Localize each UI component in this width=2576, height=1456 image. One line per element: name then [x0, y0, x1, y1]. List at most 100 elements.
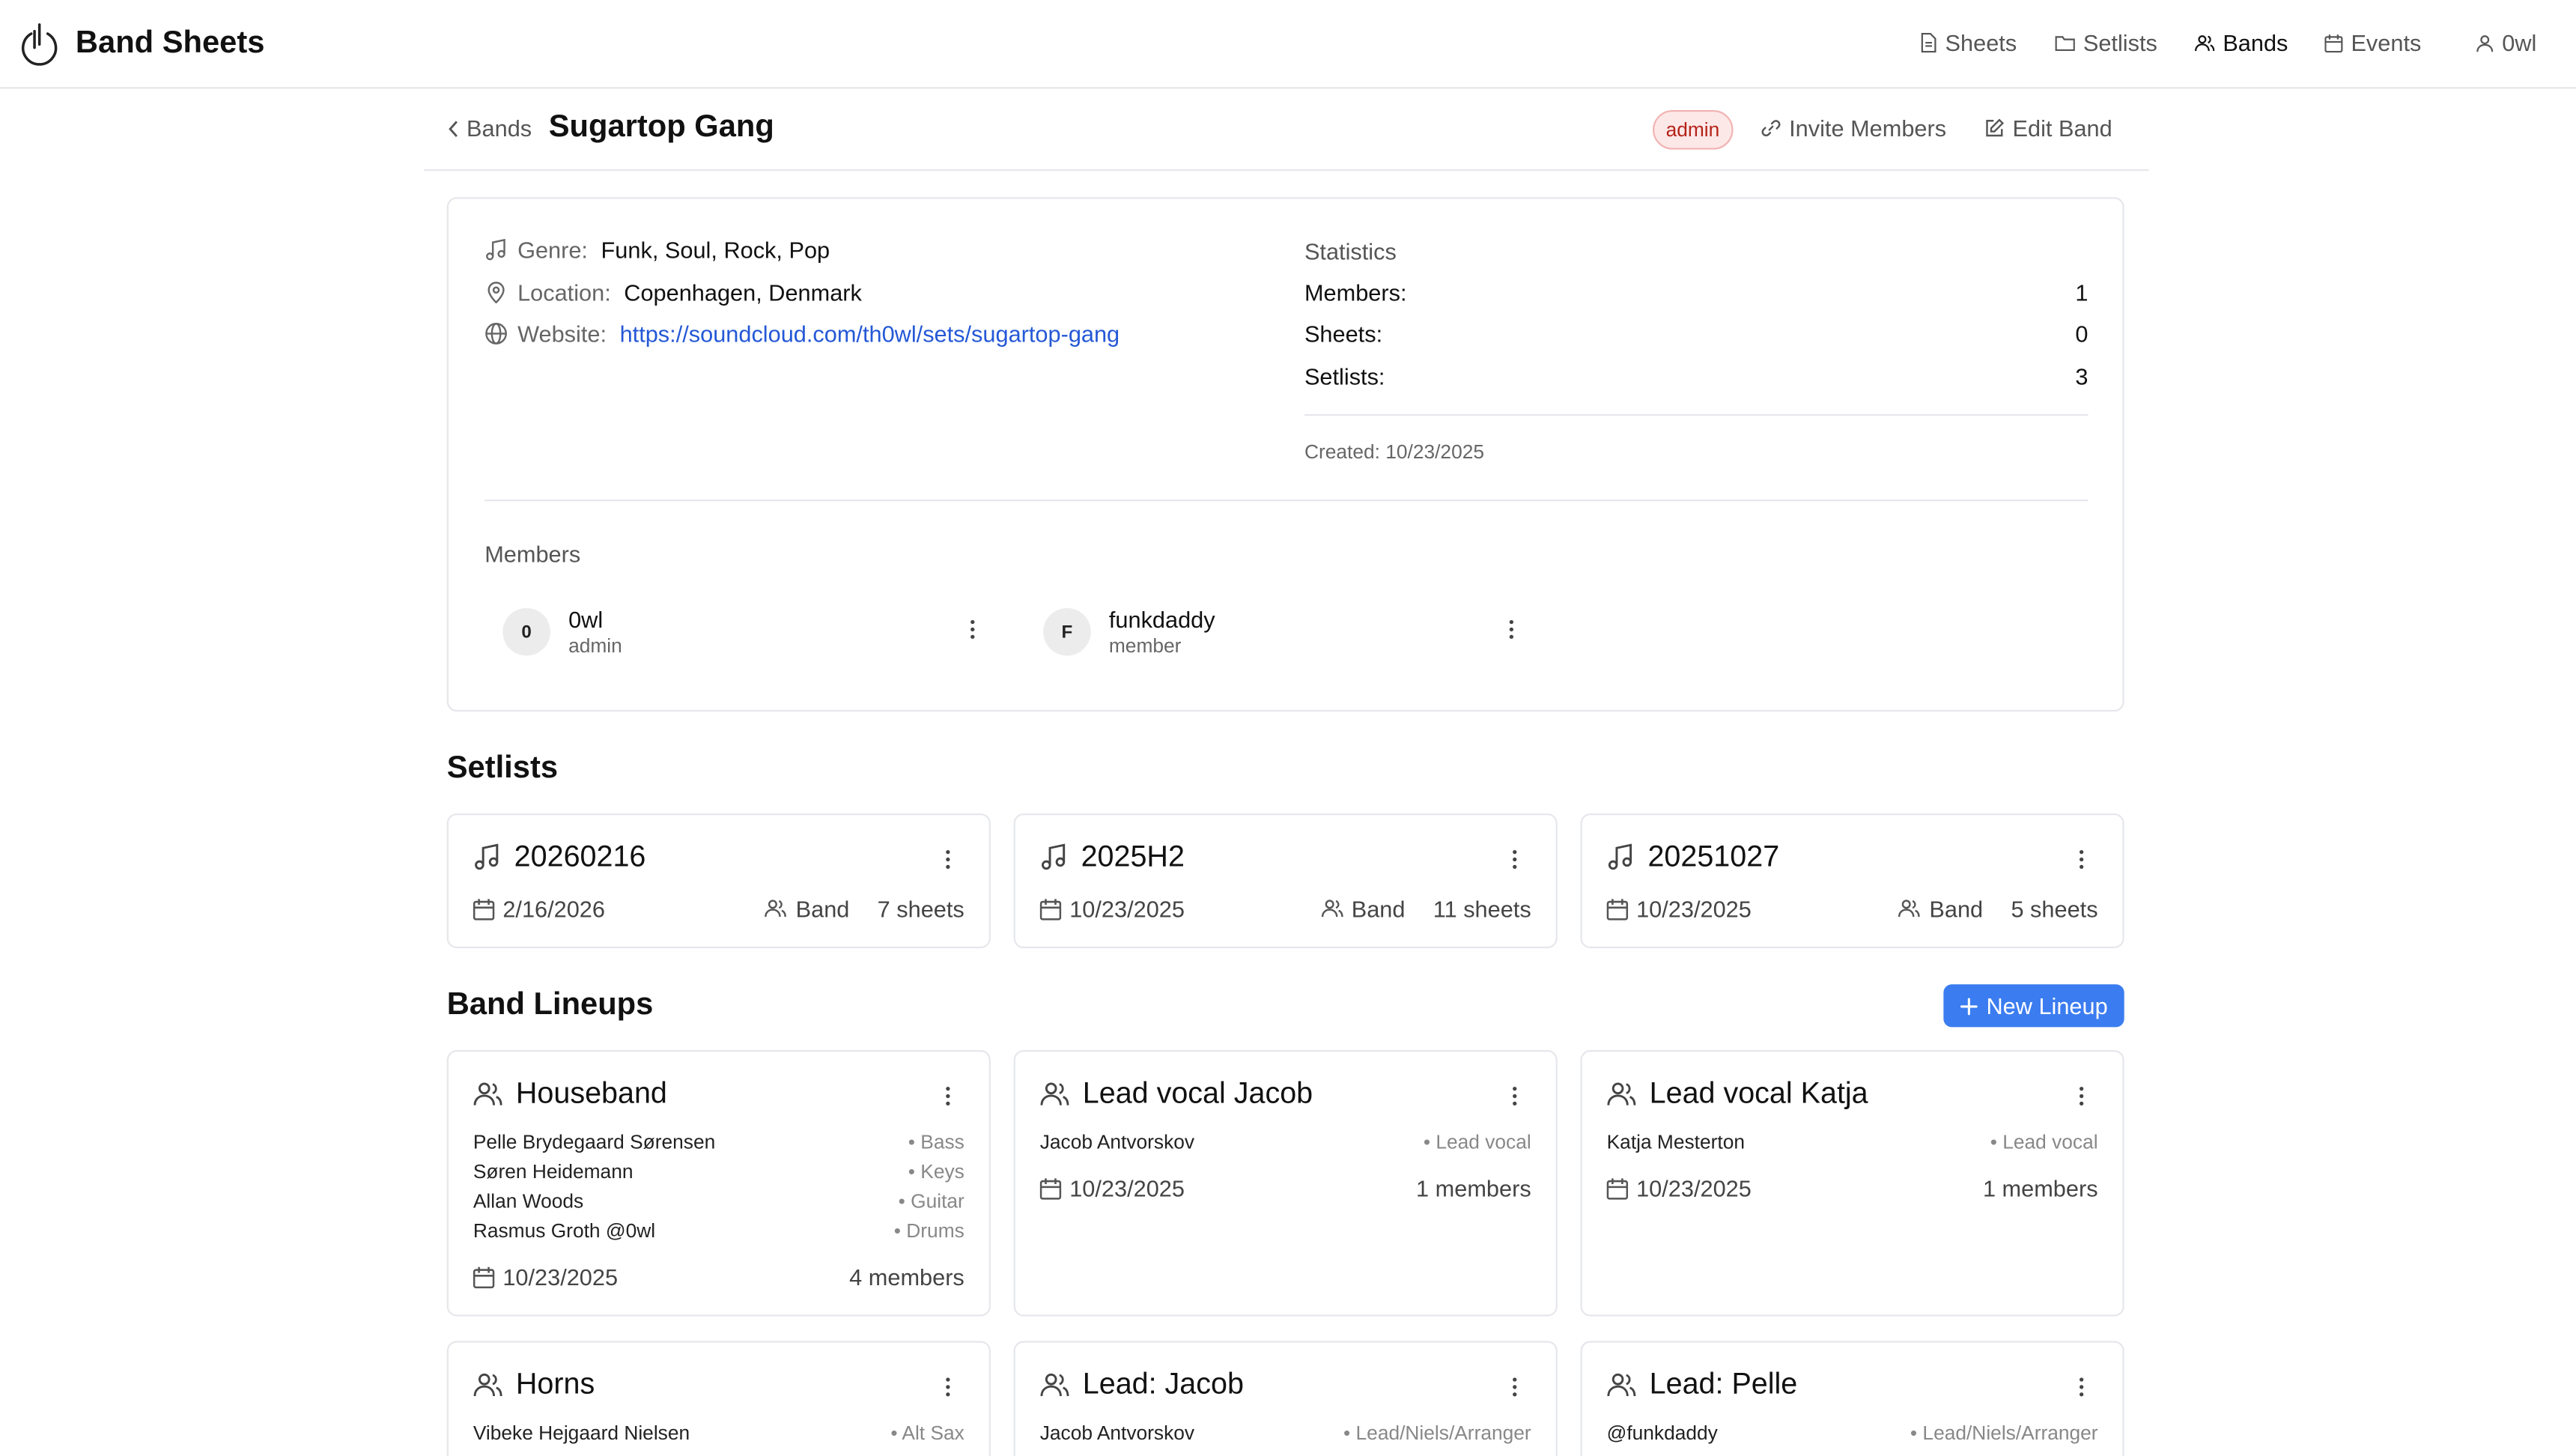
- more-vertical-icon[interactable]: [1503, 848, 1526, 871]
- setlist-meta: Band 5 sheets: [1898, 896, 2098, 922]
- lineup-member-role: • Lead vocal: [1423, 1130, 1531, 1154]
- more-vertical-icon[interactable]: [1503, 1085, 1526, 1108]
- band-lineups-title: Band Lineups: [446, 987, 654, 1022]
- setlist-meta: Band 11 sheets: [1320, 896, 1531, 922]
- lineup-name: Lead vocal Katja: [1649, 1076, 1868, 1110]
- more-vertical-icon[interactable]: [937, 1085, 960, 1108]
- location-row: Location: Copenhagen, Denmark: [484, 279, 862, 306]
- lineup-member-row: Pelle Brydegaard Sørensen • Bass: [473, 1131, 965, 1160]
- lineup-card-head: Lead vocal Katja: [1607, 1076, 1868, 1111]
- lineup-member-role: • Lead/Niels/Arranger: [1343, 1421, 1531, 1445]
- app-title[interactable]: Band Sheets: [76, 26, 265, 62]
- lineup-card[interactable]: Lead: Pelle @funkdaddy • Lead/Niels/Arra…: [1580, 1341, 2124, 1456]
- lineup-member-name: Pelle Brydegaard Sørensen: [473, 1130, 716, 1154]
- lineup-card-foot: 10/23/2025 1 members: [1606, 1175, 2098, 1201]
- more-vertical-icon[interactable]: [1500, 618, 1523, 641]
- nav-setlists-label: Setlists: [2083, 29, 2157, 56]
- calendar-icon: [1039, 898, 1062, 920]
- nav-events-label: Events: [2351, 29, 2422, 56]
- nav-setlists[interactable]: Setlists: [2055, 29, 2157, 56]
- lineup-card-head: Horns: [473, 1368, 595, 1402]
- new-lineup-button[interactable]: New Lineup: [1943, 984, 2124, 1028]
- setlist-card[interactable]: 20260216 2/16/2026 Band 7 sheets: [446, 813, 991, 949]
- calendar-icon: [1606, 898, 1629, 920]
- users-icon: [1607, 1371, 1636, 1398]
- lineup-card[interactable]: Lead vocal Jacob Jacob Antvorskov • Lead…: [1013, 1050, 1558, 1317]
- member-item: 0 0wl admin: [502, 603, 979, 659]
- users-icon: [1040, 1081, 1069, 1107]
- avatar: 0: [502, 607, 550, 656]
- lineup-name: Horns: [515, 1367, 595, 1401]
- link-icon: [1761, 118, 1781, 138]
- lineup-member-row: Allan Woods • Guitar: [473, 1190, 965, 1219]
- globe-icon: [484, 322, 508, 345]
- setlist-date: 10/23/2025: [1606, 896, 1752, 922]
- power-logo-icon[interactable]: [18, 22, 61, 67]
- stat-setlists-value: 3: [2075, 363, 2089, 390]
- more-vertical-icon[interactable]: [1503, 1375, 1526, 1398]
- invite-label: Invite Members: [1789, 115, 1947, 142]
- more-vertical-icon[interactable]: [937, 1375, 960, 1398]
- map-pin-icon: [484, 281, 508, 304]
- stat-setlists: Setlists: 3: [1304, 363, 2088, 389]
- nav-bands-label: Bands: [2223, 29, 2288, 56]
- band-header: Bands Sugartop Gang admin Invite Members…: [424, 88, 2149, 172]
- more-vertical-icon[interactable]: [2070, 1375, 2093, 1398]
- stat-sheets-label: Sheets:: [1304, 320, 1383, 347]
- genre-label: Genre:: [517, 236, 588, 264]
- lineup-member-row: Jacob Antvorskov • Lead vocal: [1040, 1131, 1531, 1160]
- nav-sheets-label: Sheets: [1945, 29, 2017, 56]
- setlist-card-head: 20260216: [473, 840, 645, 874]
- setlist-name: 20251027: [1647, 840, 1780, 873]
- setlist-card[interactable]: 2025H2 10/23/2025 Band 11 sheets: [1013, 813, 1558, 949]
- more-vertical-icon[interactable]: [961, 618, 984, 641]
- more-vertical-icon[interactable]: [2070, 848, 2093, 871]
- lineup-card-head: Houseband: [473, 1076, 667, 1111]
- lineup-member-row: Rasmus Groth @0wl • Drums: [473, 1219, 965, 1249]
- lineup-member-count: 4 members: [849, 1264, 965, 1290]
- stat-sheets-value: 0: [2075, 320, 2089, 347]
- lineup-card[interactable]: Horns Vibeke Hejgaard Nielsen • Alt Sax: [446, 1341, 991, 1456]
- lineup-card[interactable]: Lead: Jacob Jacob Antvorskov • Lead/Niel…: [1013, 1341, 1558, 1456]
- lineup-name: Houseband: [515, 1076, 667, 1110]
- lineup-name: Lead: Pelle: [1649, 1367, 1798, 1401]
- nav-user-label: 0wl: [2502, 29, 2537, 56]
- lineup-card[interactable]: Houseband Pelle Brydegaard Sørensen • Ba…: [446, 1050, 991, 1317]
- lineup-member-row: Jacob Antvorskov • Lead/Niels/Arranger: [1040, 1422, 1531, 1451]
- member-role: admin: [568, 634, 622, 658]
- nav-sheets[interactable]: Sheets: [1919, 29, 2017, 56]
- nav-bands[interactable]: Bands: [2195, 29, 2288, 56]
- setlist-card[interactable]: 20251027 10/23/2025 Band 5 sheets: [1580, 813, 2124, 949]
- member-name: funkdaddy: [1108, 606, 1215, 633]
- lineup-card-head: Lead: Pelle: [1607, 1367, 1798, 1402]
- website-link[interactable]: https://soundcloud.com/th0wl/sets/sugart…: [620, 321, 1120, 347]
- setlist-meta: Band 7 sheets: [765, 896, 965, 922]
- lineup-member-role: • Lead vocal: [1990, 1130, 2098, 1154]
- more-vertical-icon[interactable]: [2070, 1085, 2093, 1108]
- stat-setlists-label: Setlists:: [1304, 363, 1385, 390]
- back-to-bands-link[interactable]: Bands: [447, 115, 532, 142]
- lineup-member-count: 1 members: [1416, 1174, 1531, 1201]
- folder-icon: [2055, 34, 2075, 52]
- stat-members-value: 1: [2075, 279, 2089, 306]
- lineup-member-row: Vibeke Hejgaard Nielsen • Alt Sax: [473, 1422, 965, 1451]
- lineup-member-row: @funkdaddy • Lead/Niels/Arranger: [1607, 1422, 2098, 1451]
- nav-user[interactable]: 0wl: [2476, 29, 2537, 56]
- chevron-left-icon: [447, 119, 461, 137]
- users-icon: [2195, 34, 2215, 52]
- setlist-sheet-count: 11 sheets: [1433, 895, 1531, 922]
- setlist-date: 10/23/2025: [1039, 896, 1185, 922]
- edit-band-button[interactable]: Edit Band: [1984, 115, 2112, 142]
- invite-members-button[interactable]: Invite Members: [1761, 115, 1946, 142]
- lineup-member-row: Katja Mesterton • Lead vocal: [1607, 1131, 2098, 1160]
- more-vertical-icon[interactable]: [937, 848, 960, 871]
- created-date: Created: 10/23/2025: [1304, 440, 1484, 464]
- lineup-member-name: Jacob Antvorskov: [1039, 1421, 1195, 1445]
- top-bar: Band Sheets Sheets Setlists Bands Events: [0, 0, 2576, 89]
- setlist-date: 2/16/2026: [473, 896, 605, 922]
- lineup-member-name: Vibeke Hejgaard Nielsen: [473, 1421, 690, 1445]
- nav-events[interactable]: Events: [2324, 29, 2422, 56]
- lineup-card-foot: 10/23/2025 1 members: [1039, 1174, 1531, 1201]
- back-label: Bands: [467, 115, 532, 142]
- lineup-card[interactable]: Lead vocal Katja Katja Mesterton • Lead …: [1580, 1050, 2124, 1317]
